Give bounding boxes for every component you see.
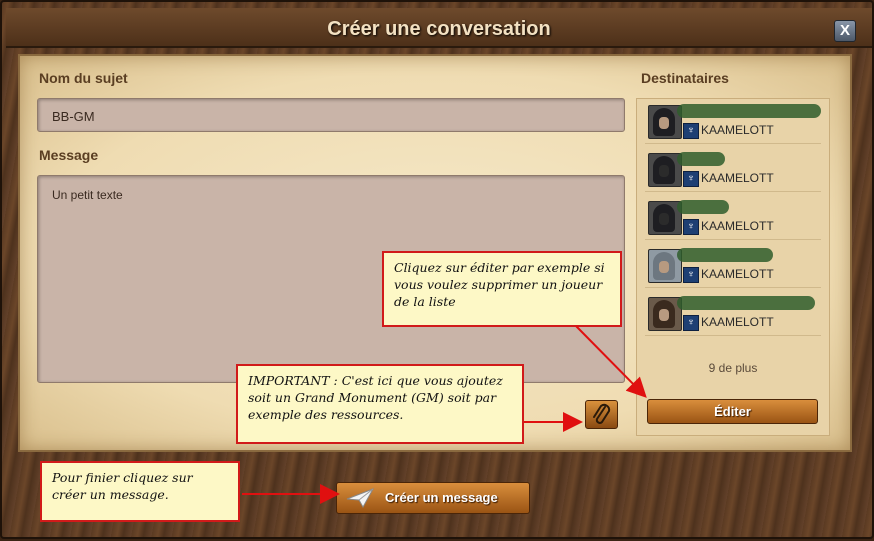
message-label: Message — [39, 147, 99, 163]
dialog-window: Créer une conversation X Nom du sujet BB… — [0, 0, 874, 539]
recipient-name-redacted — [677, 104, 821, 118]
paper-plane-icon — [346, 488, 375, 509]
recipient-item[interactable]: ♆ KAAMELOTT — [645, 149, 821, 192]
recipients-label: Destinataires — [641, 70, 729, 86]
important-annotation: IMPORTANT : C'est ici que vous ajoutez s… — [236, 364, 524, 444]
recipient-name-redacted — [677, 200, 729, 214]
title-bar: Créer une conversation X — [6, 8, 872, 48]
recipient-guild: KAAMELOTT — [701, 315, 774, 329]
recipient-name-redacted — [677, 296, 815, 310]
attach-button[interactable] — [585, 400, 618, 429]
recipient-item[interactable]: ♆ KAAMELOTT — [645, 245, 821, 288]
subject-input[interactable]: BB-GM — [37, 98, 625, 132]
edit-annotation: Cliquez sur éditer par exemple si vous v… — [382, 251, 622, 327]
recipient-name-redacted — [677, 248, 773, 262]
dialog-title: Créer une conversation — [327, 18, 551, 40]
guild-crest-icon: ♆ — [683, 171, 699, 187]
finish-annotation: Pour finier cliquez sur créer un message… — [40, 461, 240, 522]
recipient-guild: KAAMELOTT — [701, 267, 774, 281]
paperclip-icon — [593, 403, 611, 424]
recipients-list: ♆ KAAMELOTT ♆ KAAMELOTT ♆ KAAMELOTT ♆ KA… — [636, 98, 830, 436]
subject-label: Nom du sujet — [39, 70, 128, 86]
create-message-label: Créer un message — [385, 490, 498, 505]
guild-crest-icon: ♆ — [683, 267, 699, 283]
recipient-guild: KAAMELOTT — [701, 171, 774, 185]
edit-recipients-button[interactable]: Éditer — [647, 399, 818, 424]
guild-crest-icon: ♆ — [683, 123, 699, 139]
recipient-item[interactable]: ♆ KAAMELOTT — [645, 197, 821, 240]
guild-crest-icon: ♆ — [683, 219, 699, 235]
create-message-button[interactable]: Créer un message — [336, 482, 530, 514]
recipient-item[interactable]: ♆ KAAMELOTT — [645, 101, 821, 144]
recipient-name-redacted — [677, 152, 725, 166]
recipient-guild: KAAMELOTT — [701, 219, 774, 233]
close-button[interactable]: X — [834, 20, 856, 42]
guild-crest-icon: ♆ — [683, 315, 699, 331]
recipient-item[interactable]: ♆ KAAMELOTT — [645, 293, 821, 336]
recipient-guild: KAAMELOTT — [701, 123, 774, 137]
more-recipients-count: 9 de plus — [708, 361, 758, 375]
